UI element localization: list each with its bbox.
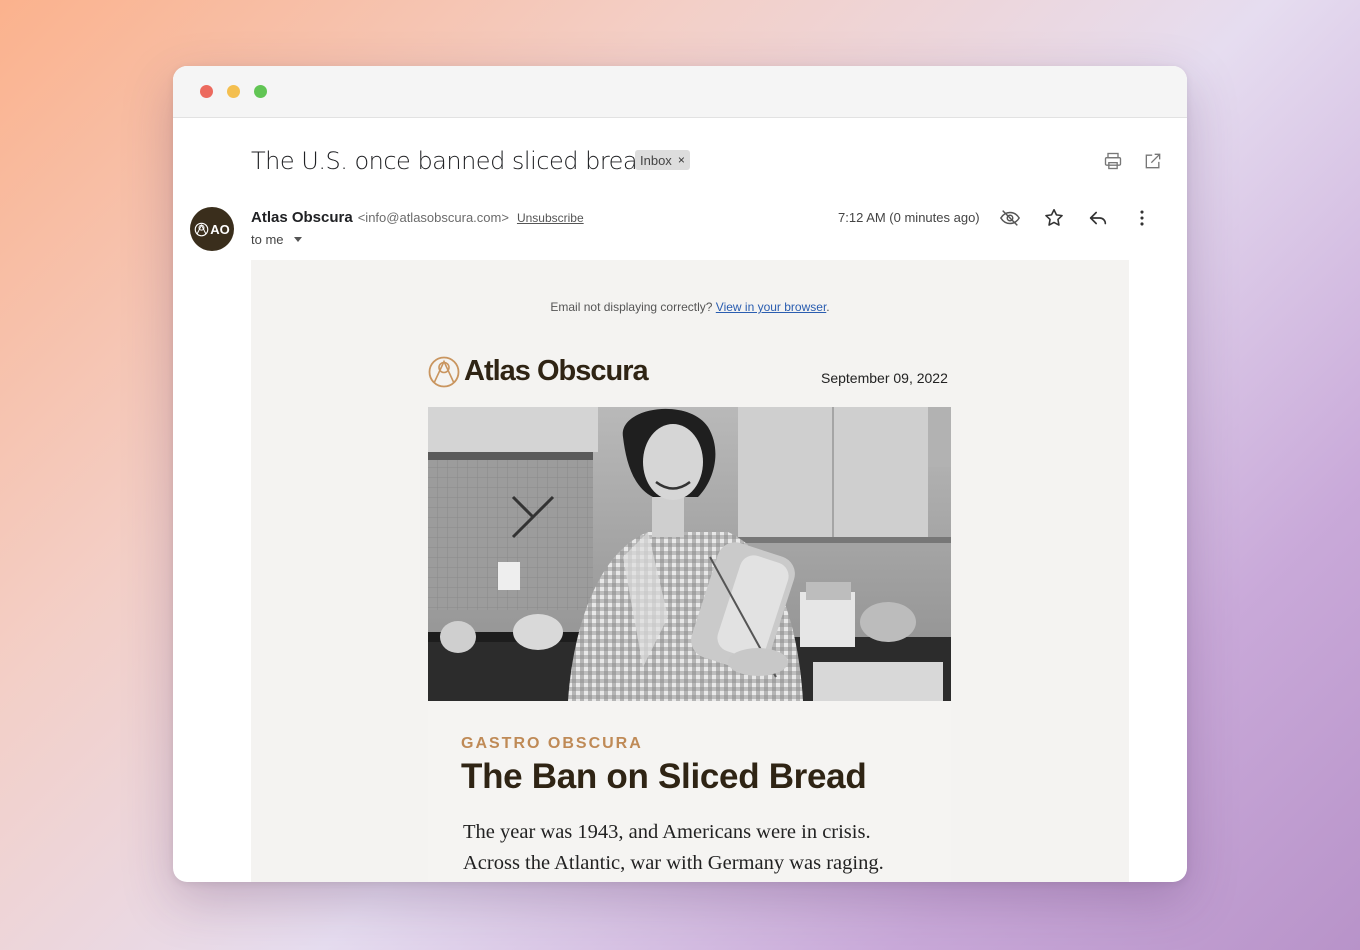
atlas-compass-logo-icon [428, 356, 460, 387]
sender-line: Atlas Obscura <info@atlasobscura.com> Un… [251, 209, 584, 226]
email-body: Email not displaying correctly? View in … [251, 260, 1129, 882]
hero-image[interactable] [428, 407, 951, 701]
more-vertical-icon[interactable] [1131, 207, 1153, 229]
printer-icon[interactable] [1103, 151, 1123, 171]
minimize-window-button[interactable] [227, 85, 240, 98]
label-text: Inbox [640, 152, 672, 168]
brand-name: Atlas Obscura [464, 355, 649, 387]
atlas-compass-icon [194, 222, 209, 236]
remove-label-button[interactable]: × [678, 153, 685, 167]
unsubscribe-link[interactable]: Unsubscribe [517, 211, 584, 225]
email-timestamp: 7:12 AM (0 minutes ago) [838, 210, 980, 225]
article-lede: The year was 1943, and Americans were in… [463, 817, 933, 879]
article-kicker: GASTRO OBSCURA [461, 735, 643, 752]
display-notice: Email not displaying correctly? View in … [251, 300, 1129, 314]
close-window-button[interactable] [200, 85, 213, 98]
lede-line-1: The year was 1943, and Americans were in… [463, 821, 871, 843]
article-card: GASTRO OBSCURA The Ban on Sliced Bread T… [428, 701, 951, 882]
kitchen-photo [428, 407, 951, 701]
title-bar [173, 66, 1187, 118]
email-subject: The U.S. once banned sliced bread [251, 147, 652, 175]
recipient-text: to me [251, 232, 284, 247]
inbox-label-chip[interactable]: Inbox × [635, 150, 690, 170]
view-in-browser-link[interactable]: View in your browser [716, 300, 827, 314]
sender-name[interactable]: Atlas Obscura [251, 209, 353, 226]
eye-off-icon[interactable] [999, 207, 1021, 229]
sender-avatar[interactable]: AO [190, 207, 234, 251]
sender-email: <info@atlasobscura.com> [357, 210, 509, 225]
open-in-new-icon[interactable] [1143, 151, 1163, 171]
newsletter-date: September 09, 2022 [821, 370, 948, 386]
atlas-obscura-logo[interactable]: Atlas Obscura [428, 355, 649, 388]
mail-window: The U.S. once banned sliced bread Inbox … [173, 66, 1187, 882]
display-notice-text: Email not displaying correctly? [550, 300, 716, 314]
chevron-down-icon[interactable] [293, 237, 302, 242]
display-notice-end: . [826, 300, 830, 314]
maximize-window-button[interactable] [254, 85, 267, 98]
star-icon[interactable] [1043, 207, 1065, 229]
recipient-details[interactable]: to me [251, 232, 302, 247]
reply-icon[interactable] [1087, 207, 1109, 229]
lede-line-2: Across the Atlantic, war with Germany wa… [463, 852, 884, 874]
article-headline[interactable]: The Ban on Sliced Bread [461, 757, 867, 797]
avatar-initials: AO [210, 221, 230, 237]
